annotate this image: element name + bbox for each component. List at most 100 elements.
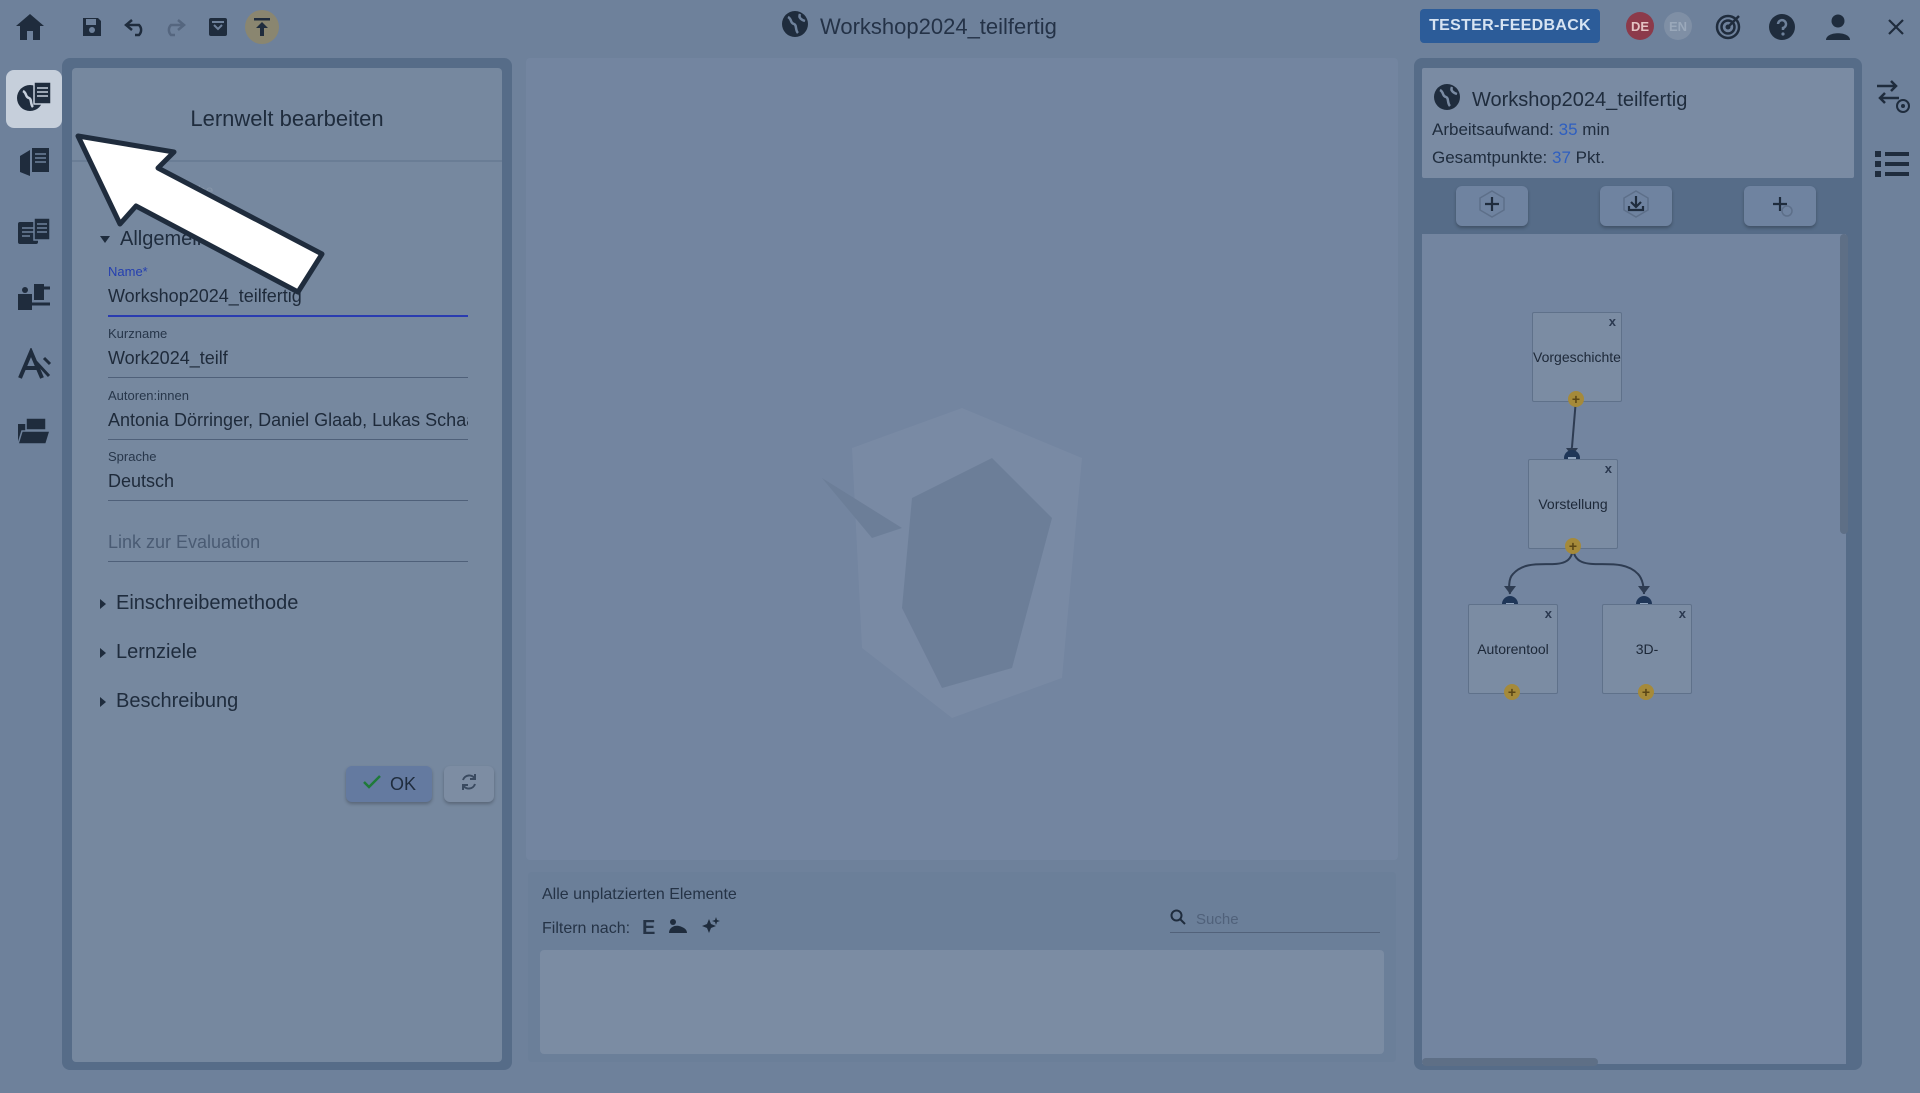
node-label: Vorgeschichte: [1533, 349, 1621, 365]
points-label: Gesamtpunkte:: [1432, 148, 1548, 167]
learning-path-graph[interactable]: Vorgeschichte x + Vorstellung x + Autore…: [1422, 234, 1846, 1064]
shortname-label: Kurzname: [108, 326, 168, 341]
chevron-right-icon: [100, 696, 106, 707]
language-de-button[interactable]: DE: [1626, 12, 1654, 40]
shortname-value: Work2024_teilf: [108, 348, 228, 368]
rail-adaptive-button[interactable]: [6, 270, 62, 328]
section-enrolment-toggle[interactable]: Einschreibemethode: [100, 592, 298, 615]
section-description-label: Beschreibung: [116, 690, 239, 712]
remove-node-button[interactable]: x: [1605, 461, 1612, 476]
path-node-autorentool[interactable]: Autorentool x: [1468, 604, 1558, 694]
language-value: Deutsch: [108, 471, 175, 491]
effort-value: 35: [1558, 120, 1578, 139]
world-canvas[interactable]: [526, 58, 1398, 860]
filter-bar: Filtern nach: E: [542, 916, 721, 941]
unplaced-elements-panel: Alle unplatzierten Elemente Filtern nach…: [528, 872, 1396, 1062]
node-output-port[interactable]: +: [1565, 538, 1581, 554]
search-field[interactable]: Suche: [1170, 906, 1380, 933]
undo-icon[interactable]: [118, 9, 154, 45]
vertical-scrollbar[interactable]: [1840, 234, 1848, 534]
target-icon[interactable]: [1710, 9, 1746, 45]
rail-world-button[interactable]: [6, 70, 62, 128]
effort-row: Arbeitsaufwand: 35 min: [1432, 120, 1610, 140]
authors-label: Autoren:innen: [108, 388, 189, 403]
effort-label: Arbeitsaufwand:: [1432, 120, 1554, 139]
window-title: Workshop2024_teilfertig: [780, 11, 1057, 42]
add-space-button[interactable]: [1456, 186, 1528, 226]
evaluation-link-underline: [108, 561, 468, 562]
section-goals-toggle[interactable]: Lernziele: [100, 641, 197, 664]
world-edit-icon: [16, 80, 52, 119]
import-space-button[interactable]: [1600, 186, 1672, 226]
save-icon[interactable]: [74, 9, 110, 45]
path-node-3d[interactable]: 3D- x: [1602, 604, 1692, 694]
points-unit: Pkt.: [1575, 148, 1605, 167]
path-node-vorgeschichte[interactable]: Vorgeschichte x: [1532, 312, 1622, 402]
unplaced-header: Alle unplatzierten Elemente: [542, 886, 737, 903]
section-description-toggle[interactable]: Beschreibung: [100, 690, 238, 713]
condition-mode-button[interactable]: [1868, 74, 1916, 122]
effort-unit: min: [1582, 120, 1610, 139]
add-hexagon-icon: [1477, 189, 1507, 224]
section-goals-label: Lernziele: [116, 641, 198, 663]
rail-space-button[interactable]: [6, 136, 62, 194]
remove-node-button[interactable]: x: [1545, 606, 1552, 621]
rail-content-button[interactable]: [6, 404, 62, 462]
help-icon[interactable]: [1764, 9, 1800, 45]
element-edit-icon: [16, 214, 52, 253]
adaptive-element-icon: [16, 280, 52, 319]
filter-adaptive-icon[interactable]: [701, 916, 721, 941]
top-bar: Workshop2024_teilfertig TESTER-FEEDBACK …: [0, 0, 1920, 54]
remove-node-button[interactable]: x: [1609, 314, 1616, 329]
placeholder-logo-icon: [822, 408, 1082, 718]
node-output-port[interactable]: +: [1638, 684, 1654, 700]
rail-story-button[interactable]: [6, 338, 62, 396]
add-condition-button[interactable]: [1744, 186, 1816, 226]
filter-learning-element-button[interactable]: E: [642, 917, 655, 940]
evaluation-link-field[interactable]: Link zur Evaluation: [108, 510, 468, 562]
remove-node-button[interactable]: x: [1679, 606, 1686, 621]
node-label: 3D-: [1635, 641, 1659, 657]
window-title-text: Workshop2024_teilfertig: [820, 14, 1057, 39]
user-icon[interactable]: [1820, 9, 1856, 45]
space-edit-icon: [16, 146, 52, 185]
reset-button[interactable]: [444, 766, 494, 802]
world-name: Workshop2024_teilfertig: [1432, 82, 1687, 118]
list-icon: [1873, 148, 1911, 185]
filter-story-icon[interactable]: [667, 917, 689, 940]
export-icon[interactable]: [245, 10, 279, 44]
path-node-vorstellung[interactable]: Vorstellung x: [1528, 459, 1618, 549]
language-en-button[interactable]: EN: [1664, 12, 1692, 40]
node-output-port[interactable]: +: [1568, 391, 1584, 407]
list-view-button[interactable]: [1868, 142, 1916, 190]
language-underline: [108, 500, 468, 501]
section-enrolment-label: Einschreibemethode: [116, 592, 299, 614]
ok-button[interactable]: OK: [346, 766, 432, 802]
rail-element-button[interactable]: [6, 204, 62, 262]
archive-icon[interactable]: [200, 9, 236, 45]
add-condition-icon: [1765, 189, 1795, 224]
chevron-right-icon: [100, 647, 106, 658]
ok-label: OK: [389, 773, 416, 794]
search-placeholder: Suche: [1196, 910, 1239, 928]
close-icon[interactable]: [1878, 9, 1914, 45]
authors-field[interactable]: Autoren:innen Antonia Dörringer, Daniel …: [108, 388, 468, 440]
horizontal-scrollbar[interactable]: [1422, 1058, 1598, 1066]
points-row: Gesamtpunkte: 37 Pkt.: [1432, 148, 1605, 168]
refresh-icon: [459, 772, 479, 797]
world-summary: Workshop2024_teilfertig Arbeitsaufwand: …: [1422, 68, 1854, 178]
name-underline: [108, 315, 468, 317]
download-icon: [1621, 189, 1651, 224]
redo-icon[interactable]: [156, 9, 192, 45]
world-name-text: Workshop2024_teilfertig: [1472, 88, 1688, 111]
node-output-port[interactable]: +: [1504, 684, 1520, 700]
evaluation-link-placeholder: Link zur Evaluation: [108, 532, 261, 552]
node-label: Autorentool: [1477, 641, 1549, 657]
home-icon[interactable]: [12, 9, 48, 45]
tester-feedback-button[interactable]: TESTER-FEEDBACK: [1420, 9, 1600, 43]
authors-underline: [108, 439, 468, 440]
check-icon: [362, 774, 382, 795]
language-field[interactable]: Sprache Deutsch: [108, 449, 468, 501]
unplaced-drop-area[interactable]: [540, 950, 1384, 1054]
shortname-field[interactable]: Kurzname Work2024_teilf: [108, 326, 468, 378]
